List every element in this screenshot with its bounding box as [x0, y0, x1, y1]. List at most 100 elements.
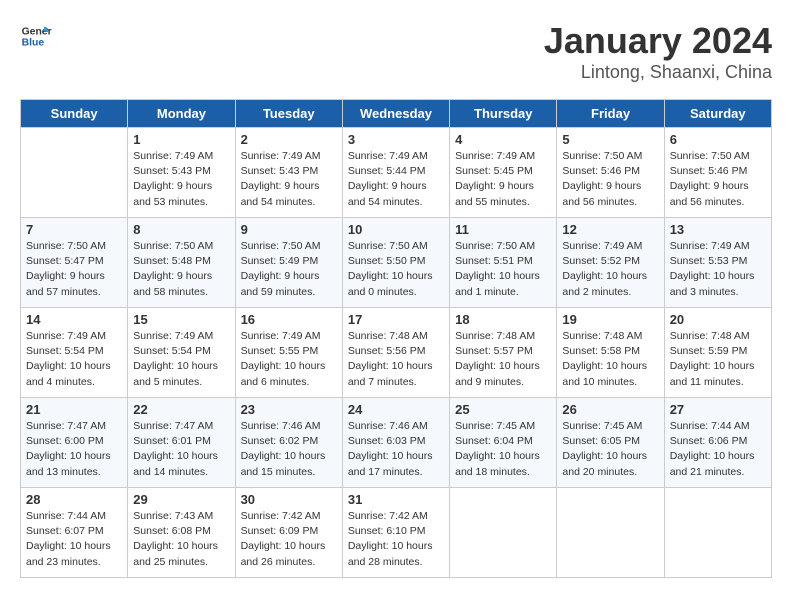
calendar-header-row: SundayMondayTuesdayWednesdayThursdayFrid…	[21, 100, 772, 128]
svg-text:Blue: Blue	[22, 38, 45, 49]
logo: General Blue	[20, 20, 52, 52]
day-number: 9	[241, 222, 337, 237]
calendar-body: 1Sunrise: 7:49 AMSunset: 5:43 PMDaylight…	[21, 128, 772, 578]
day-info: Sunrise: 7:49 AMSunset: 5:43 PMDaylight:…	[133, 149, 229, 210]
logo-icon: General Blue	[20, 20, 52, 52]
column-header-wednesday: Wednesday	[342, 100, 449, 128]
day-number: 12	[562, 222, 658, 237]
week-row-4: 21 Sunrise: 7:47 AMSunset: 6:00 PMDayligh…	[21, 398, 772, 488]
calendar-cell: 15Sunrise: 7:49 AMSunset: 5:54 PMDayligh…	[128, 308, 235, 398]
column-header-thursday: Thursday	[450, 100, 557, 128]
page-header: General Blue January 2024 Lintong, Shaan…	[20, 20, 772, 83]
calendar-cell: 24 Sunrise: 7:46 AMSunset: 6:03 PMDayligh…	[342, 398, 449, 488]
calendar-cell: 11Sunrise: 7:50 AMSunset: 5:51 PMDayligh…	[450, 218, 557, 308]
day-info: Sunrise: 7:49 AMSunset: 5:52 PMDaylight:…	[562, 239, 658, 300]
day-info: Sunrise: 7:47 AMSunset: 6:01 PMDaylight:…	[133, 419, 229, 480]
day-info: Sunrise: 7:42 AMSunset: 6:09 PMDaylight:…	[241, 509, 337, 570]
calendar-cell: 28Sunrise: 7:44 AMSunset: 6:07 PMDayligh…	[21, 488, 128, 578]
day-info: Sunrise: 7:49 AMSunset: 5:54 PMDaylight:…	[26, 329, 122, 390]
day-number: 8	[133, 222, 229, 237]
calendar-cell: 4Sunrise: 7:49 AMSunset: 5:45 PMDaylight…	[450, 128, 557, 218]
day-info: Sunrise: 7:50 AMSunset: 5:47 PMDaylight:…	[26, 239, 122, 300]
calendar-cell: 9 Sunrise: 7:50 AMSunset: 5:49 PMDaylight…	[235, 218, 342, 308]
column-header-saturday: Saturday	[664, 100, 771, 128]
day-info: Sunrise: 7:47 AMSunset: 6:00 PMDaylight:…	[26, 419, 122, 480]
day-info: Sunrise: 7:49 AMSunset: 5:45 PMDaylight:…	[455, 149, 551, 210]
calendar-cell: 23 Sunrise: 7:46 AMSunset: 6:02 PMDayligh…	[235, 398, 342, 488]
calendar-cell: 8 Sunrise: 7:50 AMSunset: 5:48 PMDaylight…	[128, 218, 235, 308]
week-row-5: 28Sunrise: 7:44 AMSunset: 6:07 PMDayligh…	[21, 488, 772, 578]
calendar-cell	[664, 488, 771, 578]
day-number: 24	[348, 402, 444, 417]
day-number: 21	[26, 402, 122, 417]
day-info: Sunrise: 7:50 AMSunset: 5:46 PMDaylight:…	[670, 149, 766, 210]
day-info: Sunrise: 7:46 AMSunset: 6:03 PMDaylight:…	[348, 419, 444, 480]
day-number: 2	[241, 132, 337, 147]
day-number: 31	[348, 492, 444, 507]
day-number: 6	[670, 132, 766, 147]
day-number: 19	[562, 312, 658, 327]
calendar-cell: 6 Sunrise: 7:50 AMSunset: 5:46 PMDaylight…	[664, 128, 771, 218]
calendar-cell: 31 Sunrise: 7:42 AMSunset: 6:10 PMDayligh…	[342, 488, 449, 578]
day-number: 15	[133, 312, 229, 327]
day-info: Sunrise: 7:45 AMSunset: 6:04 PMDaylight:…	[455, 419, 551, 480]
week-row-1: 1Sunrise: 7:49 AMSunset: 5:43 PMDaylight…	[21, 128, 772, 218]
day-number: 22	[133, 402, 229, 417]
calendar-cell: 18Sunrise: 7:48 AMSunset: 5:57 PMDayligh…	[450, 308, 557, 398]
day-number: 13	[670, 222, 766, 237]
calendar-cell: 5 Sunrise: 7:50 AMSunset: 5:46 PMDaylight…	[557, 128, 664, 218]
day-number: 20	[670, 312, 766, 327]
calendar-cell: 20Sunrise: 7:48 AMSunset: 5:59 PMDayligh…	[664, 308, 771, 398]
day-number: 5	[562, 132, 658, 147]
calendar-table: SundayMondayTuesdayWednesdayThursdayFrid…	[20, 99, 772, 578]
day-number: 7	[26, 222, 122, 237]
calendar-cell: 22 Sunrise: 7:47 AMSunset: 6:01 PMDayligh…	[128, 398, 235, 488]
calendar-cell	[557, 488, 664, 578]
calendar-cell: 14 Sunrise: 7:49 AMSunset: 5:54 PMDayligh…	[21, 308, 128, 398]
day-info: Sunrise: 7:48 AMSunset: 5:57 PMDaylight:…	[455, 329, 551, 390]
day-info: Sunrise: 7:49 AMSunset: 5:53 PMDaylight:…	[670, 239, 766, 300]
calendar-cell: 16 Sunrise: 7:49 AMSunset: 5:55 PMDayligh…	[235, 308, 342, 398]
calendar-cell	[21, 128, 128, 218]
day-info: Sunrise: 7:50 AMSunset: 5:48 PMDaylight:…	[133, 239, 229, 300]
calendar-cell: 13 Sunrise: 7:49 AMSunset: 5:53 PMDayligh…	[664, 218, 771, 308]
day-number: 29	[133, 492, 229, 507]
day-number: 10	[348, 222, 444, 237]
day-info: Sunrise: 7:50 AMSunset: 5:50 PMDaylight:…	[348, 239, 444, 300]
title-block: January 2024 Lintong, Shaanxi, China	[544, 20, 772, 83]
calendar-cell: 2 Sunrise: 7:49 AMSunset: 5:43 PMDaylight…	[235, 128, 342, 218]
day-info: Sunrise: 7:44 AMSunset: 6:07 PMDaylight:…	[26, 509, 122, 570]
calendar-cell: 3 Sunrise: 7:49 AMSunset: 5:44 PMDaylight…	[342, 128, 449, 218]
calendar-cell: 30 Sunrise: 7:42 AMSunset: 6:09 PMDayligh…	[235, 488, 342, 578]
day-number: 27	[670, 402, 766, 417]
day-number: 30	[241, 492, 337, 507]
day-number: 25	[455, 402, 551, 417]
calendar-cell: 26Sunrise: 7:45 AMSunset: 6:05 PMDayligh…	[557, 398, 664, 488]
calendar-subtitle: Lintong, Shaanxi, China	[544, 62, 772, 83]
day-number: 14	[26, 312, 122, 327]
day-number: 16	[241, 312, 337, 327]
calendar-cell: 25 Sunrise: 7:45 AMSunset: 6:04 PMDayligh…	[450, 398, 557, 488]
day-info: Sunrise: 7:43 AMSunset: 6:08 PMDaylight:…	[133, 509, 229, 570]
calendar-cell	[450, 488, 557, 578]
day-info: Sunrise: 7:44 AMSunset: 6:06 PMDaylight:…	[670, 419, 766, 480]
day-info: Sunrise: 7:46 AMSunset: 6:02 PMDaylight:…	[241, 419, 337, 480]
day-info: Sunrise: 7:49 AMSunset: 5:43 PMDaylight:…	[241, 149, 337, 210]
day-info: Sunrise: 7:42 AMSunset: 6:10 PMDaylight:…	[348, 509, 444, 570]
calendar-cell: 21 Sunrise: 7:47 AMSunset: 6:00 PMDayligh…	[21, 398, 128, 488]
day-info: Sunrise: 7:49 AMSunset: 5:55 PMDaylight:…	[241, 329, 337, 390]
day-number: 3	[348, 132, 444, 147]
column-header-monday: Monday	[128, 100, 235, 128]
day-info: Sunrise: 7:49 AMSunset: 5:44 PMDaylight:…	[348, 149, 444, 210]
day-info: Sunrise: 7:48 AMSunset: 5:56 PMDaylight:…	[348, 329, 444, 390]
calendar-cell: 10 Sunrise: 7:50 AMSunset: 5:50 PMDayligh…	[342, 218, 449, 308]
calendar-cell: 7 Sunrise: 7:50 AMSunset: 5:47 PMDaylight…	[21, 218, 128, 308]
day-info: Sunrise: 7:45 AMSunset: 6:05 PMDaylight:…	[562, 419, 658, 480]
day-info: Sunrise: 7:50 AMSunset: 5:46 PMDaylight:…	[562, 149, 658, 210]
day-number: 23	[241, 402, 337, 417]
calendar-cell: 29 Sunrise: 7:43 AMSunset: 6:08 PMDayligh…	[128, 488, 235, 578]
calendar-cell: 19Sunrise: 7:48 AMSunset: 5:58 PMDayligh…	[557, 308, 664, 398]
day-number: 17	[348, 312, 444, 327]
column-header-friday: Friday	[557, 100, 664, 128]
day-info: Sunrise: 7:50 AMSunset: 5:49 PMDaylight:…	[241, 239, 337, 300]
